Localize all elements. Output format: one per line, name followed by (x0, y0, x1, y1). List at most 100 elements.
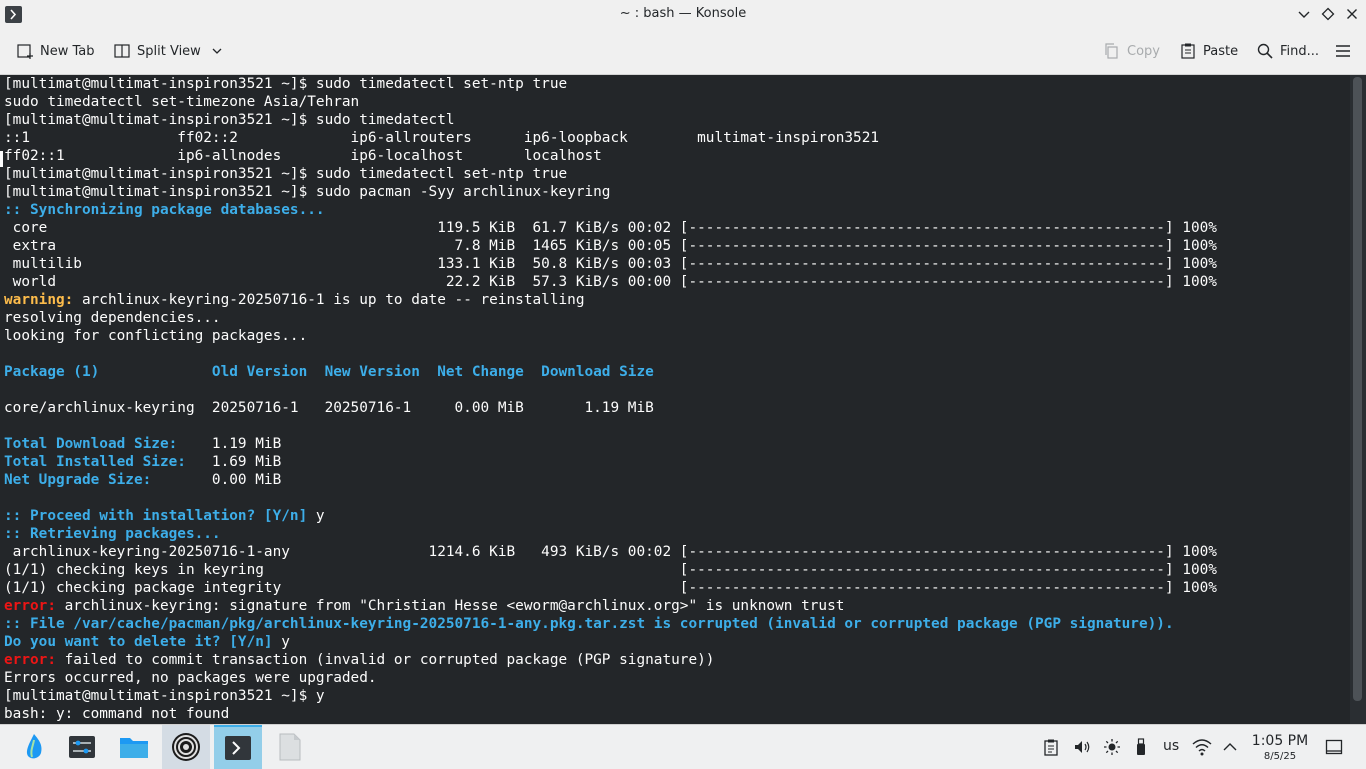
task-document[interactable] (266, 725, 314, 769)
hamburger-menu-button[interactable] (1334, 37, 1358, 65)
copy-label: Copy (1127, 43, 1160, 59)
terminal-text: Errors occurred, no packages were upgrad… (4, 670, 377, 686)
terminal-text: Total Installed Size: (4, 454, 195, 470)
terminal-text: [multimat@multimat-inspiron3521 ~]$ sudo… (4, 112, 455, 128)
usb-drive-icon (1137, 738, 1145, 755)
clipboard-tray-icon[interactable] (1041, 737, 1061, 757)
terminal-line: resolving dependencies... (4, 309, 1217, 327)
minimize-button[interactable] (1296, 6, 1312, 22)
chevron-down-icon (212, 48, 222, 54)
terminal-text: Do you want to delete it? [Y/n] (4, 634, 273, 650)
paste-button[interactable]: Paste (1179, 37, 1238, 65)
brightness-icon (1104, 739, 1120, 755)
terminal-line: multilib 133.1 KiB 50.8 KiB/s 00:03 [---… (4, 255, 1217, 273)
terminal-text: sudo timedatectl set-timezone Asia/Tehra… (4, 94, 360, 110)
terminal-text: :: Synchronizing package databases... (4, 202, 325, 218)
terminal-line: Total Download Size: 1.19 MiB (4, 435, 1217, 453)
terminal-line: [multimat@multimat-inspiron3521 ~]$ sudo… (4, 183, 1217, 201)
maximize-button[interactable] (1320, 6, 1336, 22)
new-tab-icon (17, 44, 33, 59)
find-label: Find... (1280, 43, 1320, 59)
terminal-text: y (272, 634, 290, 650)
split-view-label: Split View (137, 43, 201, 59)
brightness-tray-icon[interactable] (1102, 737, 1122, 757)
task-file-manager[interactable] (110, 725, 158, 769)
terminal-icon (225, 736, 251, 760)
show-hidden-tray-button[interactable] (1220, 737, 1240, 757)
terminal-scrollbar[interactable] (1350, 75, 1366, 724)
show-desktop-button[interactable] (1324, 737, 1344, 757)
task-system-settings[interactable] (58, 725, 106, 769)
terminal-text: 1.19 MiB (194, 436, 282, 452)
terminal-line: world 22.2 KiB 57.3 KiB/s 00:00 [-------… (4, 273, 1217, 291)
terminal-line: ff02::1 ip6-allnodes ip6-localhost local… (4, 147, 1217, 165)
document-icon (279, 733, 301, 761)
terminal-text: Total Download Size: (4, 436, 195, 452)
window-titlebar[interactable]: ~ : bash — Konsole (0, 0, 1366, 28)
terminal-text: :: File /var/cache/pacman/pkg/archlinux-… (4, 616, 1174, 632)
scrollbar-thumb[interactable] (1353, 77, 1362, 701)
wifi-icon (1192, 739, 1212, 756)
terminal-text: world 22.2 KiB 57.3 KiB/s 00:00 [-------… (4, 274, 1217, 290)
terminal-text: [multimat@multimat-inspiron3521 ~]$ sudo… (4, 166, 568, 182)
terminal-text: [multimat@multimat-inspiron3521 ~]$ sudo… (4, 184, 611, 200)
terminal-line: sudo timedatectl set-timezone Asia/Tehra… (4, 93, 1217, 111)
terminal-text: ::1 ff02::2 ip6-allrouters ip6-loopback … (4, 130, 880, 146)
task-konsole[interactable] (214, 725, 262, 769)
terminal-line: Net Upgrade Size: 0.00 MiB (4, 471, 1217, 489)
show-desktop-icon (1325, 739, 1343, 755)
terminal-text: extra 7.8 MiB 1465 KiB/s 00:05 [--------… (4, 238, 1217, 254)
folder-icon (120, 738, 148, 758)
terminal-line: :: Synchronizing package databases... (4, 201, 1217, 219)
terminal-line: [multimat@multimat-inspiron3521 ~]$ y (4, 687, 1217, 705)
terminal-line: [multimat@multimat-inspiron3521 ~]$ sudo… (4, 165, 1217, 183)
copy-button[interactable]: Copy (1103, 37, 1160, 65)
terminal-text: archlinux-keyring-20250716-1-any 1214.6 … (4, 544, 1217, 560)
terminal-view[interactable]: [multimat@multimat-inspiron3521 ~]$ sudo… (0, 75, 1350, 724)
terminal-text: (1/1) checking package integrity [------… (4, 580, 1217, 596)
system-settings-icon (69, 736, 95, 758)
window-title: ~ : bash — Konsole (619, 6, 747, 21)
terminal-text: (1/1) checking keys in keyring [--------… (4, 562, 1217, 578)
terminal-line: [multimat@multimat-inspiron3521 ~]$ sudo… (4, 75, 1217, 93)
terminal-line: (1/1) checking keys in keyring [--------… (4, 561, 1217, 579)
close-icon (1347, 9, 1357, 19)
terminal-line: extra 7.8 MiB 1465 KiB/s 00:05 [--------… (4, 237, 1217, 255)
terminal-line: warning: archlinux-keyring-20250716-1 is… (4, 291, 1217, 309)
app-launcher-icon (26, 734, 42, 759)
volume-tray-icon[interactable] (1072, 737, 1092, 757)
task-obs-studio[interactable] (162, 725, 210, 769)
terminal-line: [multimat@multimat-inspiron3521 ~]$ sudo… (4, 111, 1217, 129)
paste-icon (1181, 43, 1195, 59)
new-tab-button[interactable]: New Tab (16, 37, 95, 65)
terminal-text: ff02::1 ip6-allnodes ip6-localhost local… (4, 148, 602, 164)
terminal-output: [multimat@multimat-inspiron3521 ~]$ sudo… (4, 75, 1217, 723)
copy-icon (1105, 43, 1118, 59)
clock-time[interactable]: 1:05 PM (1246, 733, 1314, 749)
terminal-line: error: failed to commit transaction (inv… (4, 651, 1217, 669)
terminal-line: :: Proceed with installation? [Y/n] y (4, 507, 1217, 525)
split-view-button[interactable]: Split View (113, 37, 223, 65)
clock-date[interactable]: 8/5/25 (1246, 751, 1314, 762)
network-tray-icon[interactable] (1192, 737, 1212, 757)
app-launcher-button[interactable] (10, 725, 58, 769)
paste-label: Paste (1203, 43, 1239, 59)
terminal-text: resolving dependencies... (4, 310, 221, 326)
terminal-line: :: Retrieving packages... (4, 525, 1217, 543)
find-button[interactable]: Find... (1256, 37, 1319, 65)
chevron-down-icon (1298, 11, 1310, 18)
terminal-text: 0.00 MiB (194, 472, 282, 488)
terminal-text: [multimat@multimat-inspiron3521 ~]$ sudo… (4, 76, 568, 92)
removable-device-tray-icon[interactable] (1131, 737, 1151, 757)
clipboard-icon (1044, 739, 1058, 756)
terminal-text: archlinux-keyring-20250716-1 is up to da… (73, 292, 585, 308)
close-button[interactable] (1344, 6, 1360, 22)
terminal-line: archlinux-keyring-20250716-1-any 1214.6 … (4, 543, 1217, 561)
keyboard-layout-indicator[interactable]: us (1163, 738, 1179, 754)
split-view-icon (114, 44, 130, 58)
terminal-line: error: archlinux-keyring: signature from… (4, 597, 1217, 615)
terminal-line: bash: y: command not found (4, 705, 1217, 723)
terminal-line: (1/1) checking package integrity [------… (4, 579, 1217, 597)
terminal-line: ::1 ff02::2 ip6-allrouters ip6-loopback … (4, 129, 1217, 147)
